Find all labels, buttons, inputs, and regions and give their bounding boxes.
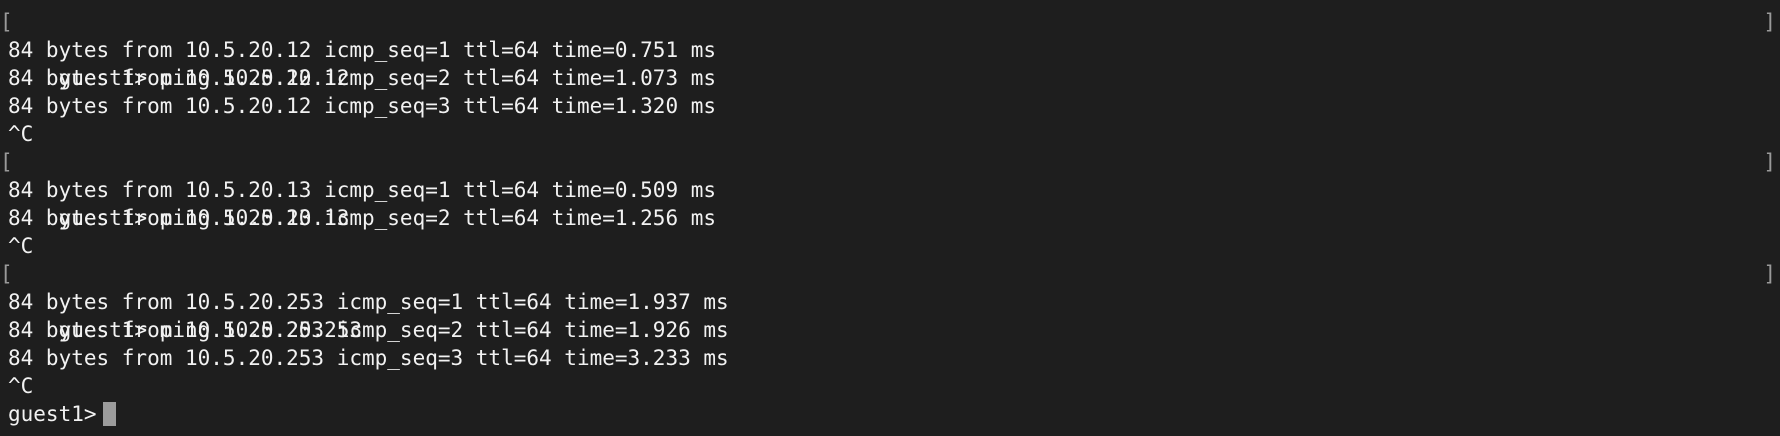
terminal-output-line: 84 bytes from 10.5.20.253 icmp_seq=2 ttl… — [0, 316, 1780, 344]
output-text: 84 bytes from 10.5.20.12 icmp_seq=1 ttl=… — [8, 38, 717, 62]
text-cursor[interactable] — [102, 402, 116, 426]
terminal-output-line: ^C — [0, 120, 1780, 148]
prompt-text: guest1> — [8, 402, 97, 426]
terminal-output-line: 84 bytes from 10.5.20.253 icmp_seq=1 ttl… — [0, 288, 1780, 316]
output-text: 84 bytes from 10.5.20.253 icmp_seq=3 ttl… — [8, 346, 729, 370]
line-mark-right: ] — [1763, 150, 1776, 174]
terminal-output-line: 84 bytes from 10.5.20.12 icmp_seq=3 ttl=… — [0, 92, 1780, 120]
terminal-prompt-line: [ guest1> ping 10.5.20.13 ] — [0, 148, 1780, 230]
terminal-output-line: 84 bytes from 10.5.20.253 icmp_seq=3 ttl… — [0, 344, 1780, 372]
terminal-output-line: 84 bytes from 10.5.20.12 icmp_seq=2 ttl=… — [0, 64, 1780, 92]
line-mark-left: [ — [0, 10, 13, 34]
output-text: 84 bytes from 10.5.20.13 icmp_seq=1 ttl=… — [8, 178, 717, 202]
terminal-prompt-line: [ guest1> ping 10.5.20.12 ] — [0, 8, 1780, 90]
terminal-prompt-line: [ guest1> ping 10.5.20.253 ] — [0, 260, 1780, 342]
terminal-output-line: 84 bytes from 10.5.20.12 icmp_seq=1 ttl=… — [0, 36, 1780, 64]
output-text: 84 bytes from 10.5.20.13 icmp_seq=2 ttl=… — [8, 206, 717, 230]
terminal-output-line: 84 bytes from 10.5.20.13 icmp_seq=2 ttl=… — [0, 204, 1780, 232]
line-mark-right: ] — [1763, 10, 1776, 34]
output-text: ^C — [8, 122, 34, 146]
terminal-output-line: ^C — [0, 372, 1780, 400]
output-text: 84 bytes from 10.5.20.12 icmp_seq=3 ttl=… — [8, 94, 717, 118]
terminal-output-line: ^C — [0, 232, 1780, 260]
output-text: 84 bytes from 10.5.20.253 icmp_seq=1 ttl… — [8, 290, 729, 314]
output-text: ^C — [8, 234, 34, 258]
line-mark-right: ] — [1763, 262, 1776, 286]
terminal-current-prompt[interactable]: guest1> — [0, 400, 1780, 428]
terminal-output-line: 84 bytes from 10.5.20.13 icmp_seq=1 ttl=… — [0, 176, 1780, 204]
line-mark-left: [ — [0, 262, 13, 286]
output-text: 84 bytes from 10.5.20.12 icmp_seq=2 ttl=… — [8, 66, 717, 90]
line-mark-left: [ — [0, 150, 13, 174]
output-text: ^C — [8, 374, 34, 398]
terminal-window[interactable]: [ guest1> ping 10.5.20.12 ] 84 bytes fro… — [0, 0, 1780, 436]
output-text: 84 bytes from 10.5.20.253 icmp_seq=2 ttl… — [8, 318, 729, 342]
